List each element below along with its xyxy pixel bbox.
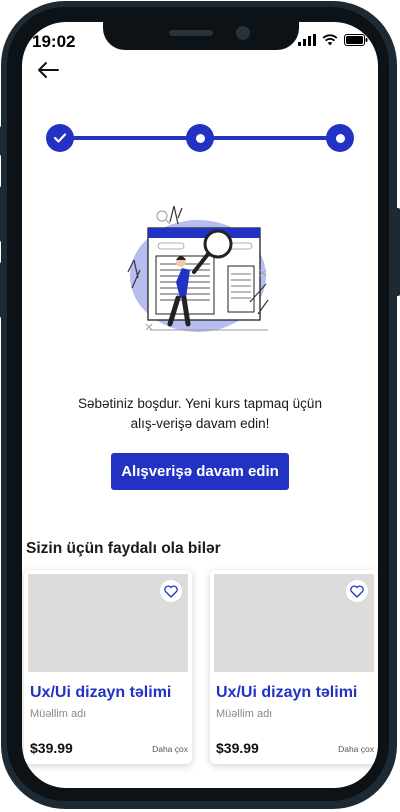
signal-icon (298, 34, 316, 46)
course-price: $39.99 (216, 740, 259, 756)
step-1-completed (46, 124, 74, 152)
status-icons (298, 34, 368, 46)
arrow-left-icon (38, 62, 59, 78)
continue-shopping-button[interactable]: Alışverişə davam edin (111, 453, 289, 490)
front-camera (236, 26, 250, 40)
empty-cart-illustration (127, 205, 269, 332)
battery-icon (344, 34, 368, 46)
step-2 (186, 124, 214, 152)
check-icon (53, 133, 67, 143)
course-title[interactable]: Ux/Ui dizayn təlimi (216, 684, 357, 702)
empty-cart-message-line-1: Səbətiniz boşdur. Yeni kurs tapmaq üçün (78, 396, 322, 411)
step-3-dot (335, 133, 345, 143)
side-button-power (396, 208, 400, 296)
back-button[interactable] (36, 60, 62, 82)
course-title[interactable]: Ux/Ui dizayn təlimi (30, 684, 171, 702)
favorite-button[interactable] (160, 580, 182, 602)
wifi-icon (322, 34, 338, 46)
course-teacher: Müəllim adı (216, 708, 273, 720)
screen: 19:02 Səbətiniz boşdur. Yeni kurs tapmaq… (22, 22, 378, 788)
empty-cart-message-line-2: alış-verişə davam edin! (130, 416, 270, 431)
recommendations-title: Sizin üçün faydalı ola bilər (26, 540, 221, 557)
course-card[interactable]: Ux/Ui dizayn təlimi Müəllim adı $39.99 D… (210, 570, 378, 764)
checkout-stepper (46, 124, 354, 152)
course-card[interactable]: Ux/Ui dizayn təlimi Müəllim adı $39.99 D… (24, 570, 192, 764)
speaker-grill (169, 30, 213, 36)
status-time: 19:02 (32, 32, 76, 51)
side-button-volume-down (0, 262, 4, 318)
step-3 (326, 124, 354, 152)
side-button-volume-up (0, 186, 4, 242)
empty-cart-message: Səbətiniz boşdur. Yeni kurs tapmaq üçün … (46, 394, 354, 434)
heart-outline-icon (350, 584, 364, 598)
course-teacher: Müəllim adı (30, 708, 87, 720)
course-price: $39.99 (30, 740, 73, 756)
heart-outline-icon (164, 584, 178, 598)
favorite-button[interactable] (346, 580, 368, 602)
notch (103, 22, 299, 50)
more-link[interactable]: Daha çox (152, 744, 188, 754)
more-link[interactable]: Daha çox (338, 744, 374, 754)
side-button-silent (0, 126, 4, 156)
step-2-dot (195, 133, 205, 143)
